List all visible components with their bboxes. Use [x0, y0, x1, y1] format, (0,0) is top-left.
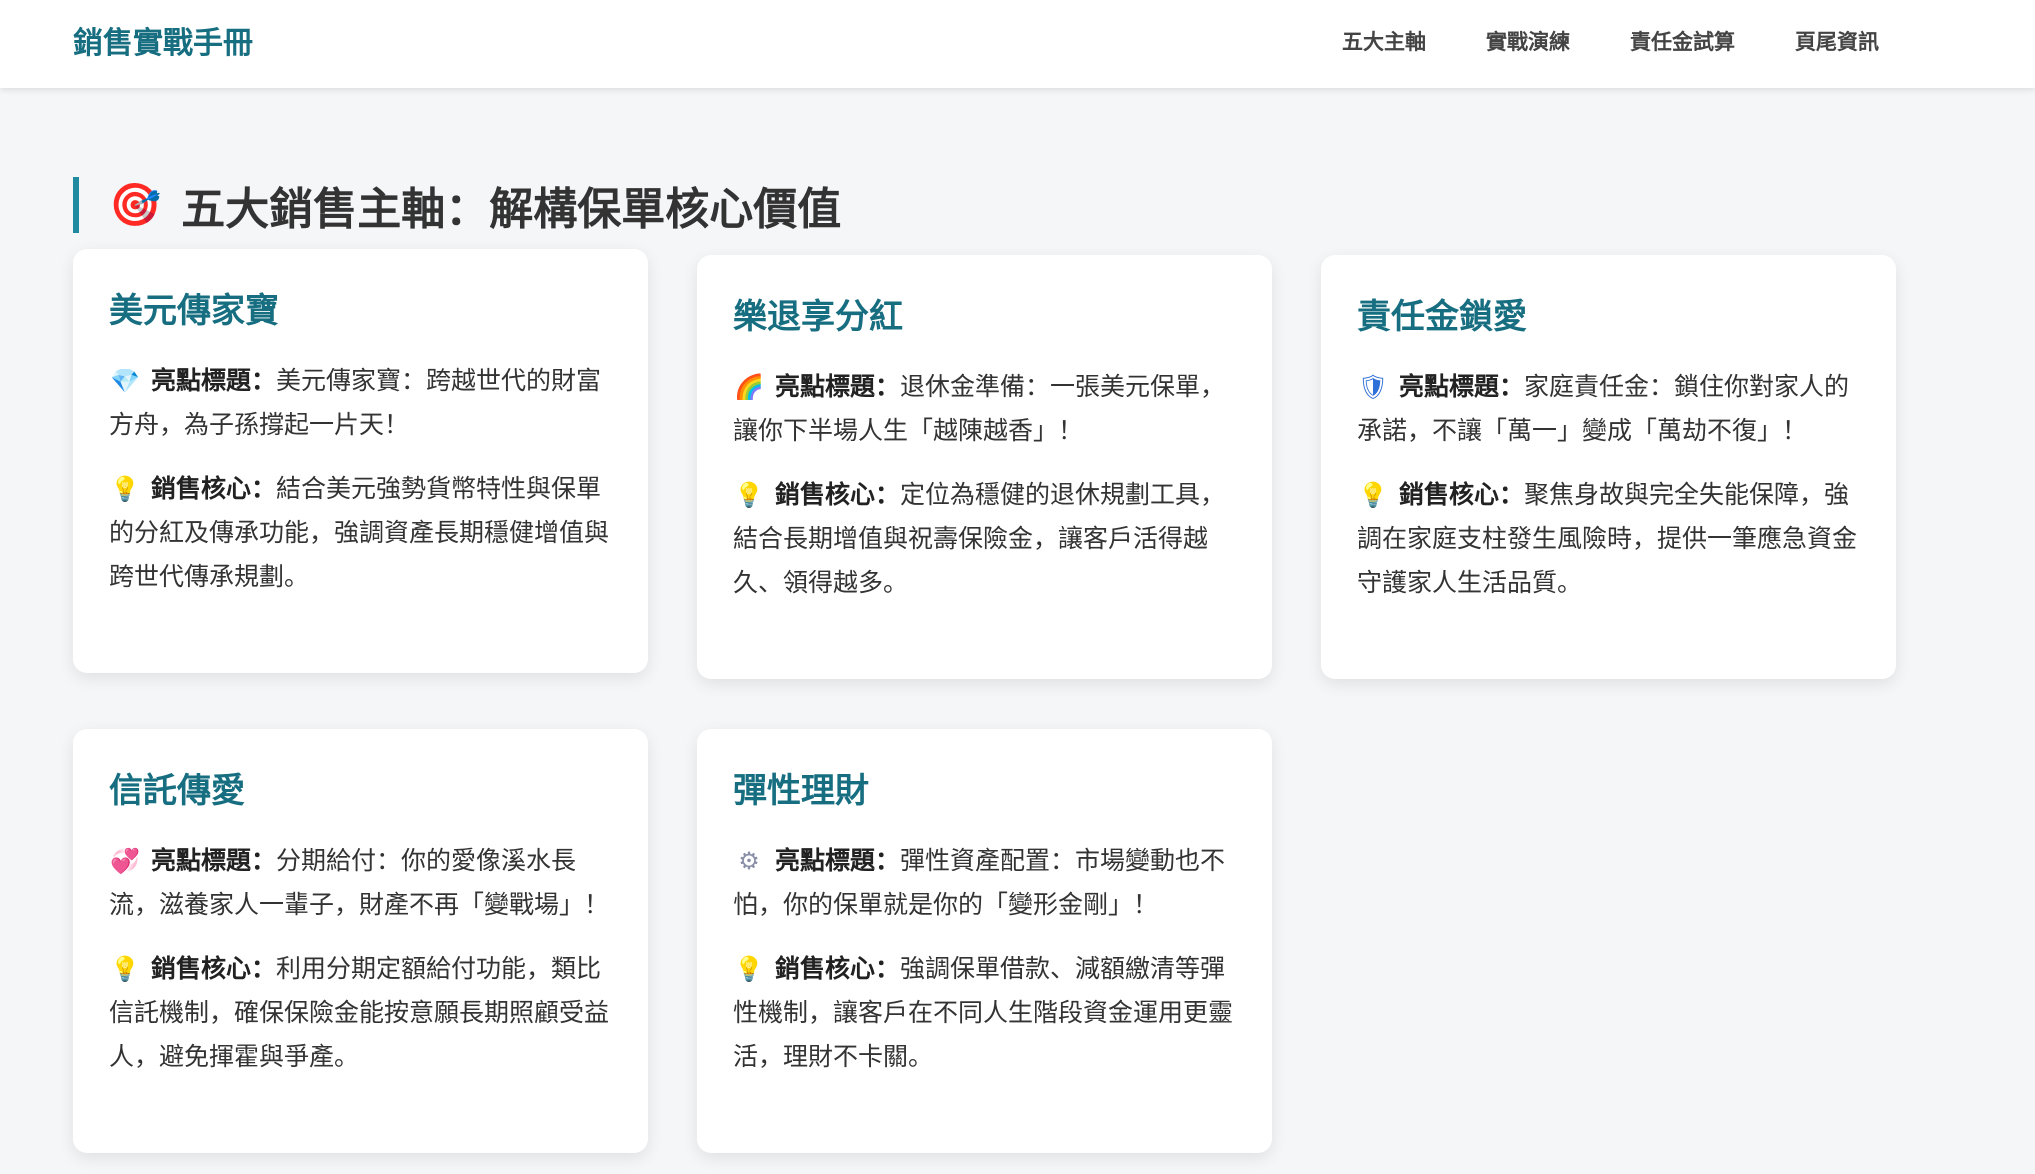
card-trust-love: 信託傳愛 💞 亮點標題：分期給付：你的愛像溪水長流，滋養家人一輩子，財產不再「變戰… [73, 729, 648, 1153]
target-icon: 🎯 [109, 179, 162, 229]
card-core: 💡 銷售核心：聚焦身故與完全失能保障，強調在家庭支柱發生風險時，提供一筆應急資金守… [1357, 473, 1860, 605]
card-usd-heritage: 美元傳家寶 💎 亮點標題：美元傳家寶：跨越世代的財富方舟，為子孫撐起一片天！ 💡 銷… [73, 249, 648, 673]
card-title: 美元傳家寶 [109, 291, 279, 331]
core-label: 銷售核心： [775, 954, 901, 983]
gem-icon: 💎 [110, 367, 140, 395]
card-core: 💡 銷售核心：結合美元強勢貨幣特性與保單的分紅及傳承功能，強調資產長期穩健增值與跨… [109, 467, 612, 599]
nav-link-five-axes[interactable]: 五大主軸 [1342, 26, 1426, 58]
card-title: 信託傳愛 [109, 771, 245, 811]
highlight-label: 亮點標題： [775, 372, 901, 401]
card-liability-love: 責任金鎖愛 🛡 亮點標題：家庭責任金：鎖住你對家人的承諾，不讓「萬一」變成「萬劫不… [1321, 255, 1896, 679]
card-highlight: 💞 亮點標題：分期給付：你的愛像溪水長流，滋養家人一輩子，財產不再「變戰場」！ [109, 839, 612, 927]
lightbulb-icon: 💡 [734, 481, 764, 509]
card-highlight: 🛡 亮點標題：家庭責任金：鎖住你對家人的承諾，不讓「萬一」變成「萬劫不復」！ [1357, 365, 1860, 453]
lightbulb-icon: 💡 [110, 955, 140, 983]
nav-links: 五大主軸 實戰演練 責任金試算 頁尾資訊 [1342, 26, 1879, 58]
card-title: 樂退享分紅 [733, 297, 903, 337]
core-label: 銷售核心： [151, 954, 277, 983]
card-highlight: 🌈 亮點標題：退休金準備：一張美元保單，讓你下半場人生「越陳越香」！ [733, 365, 1236, 453]
card-title: 彈性理財 [733, 771, 869, 811]
card-flexible-finance: 彈性理財 ⚙ 亮點標題：彈性資產配置：市場變動也不怕，你的保單就是你的「變形金剛」… [697, 729, 1272, 1153]
nav-link-footer-info[interactable]: 頁尾資訊 [1795, 26, 1879, 58]
highlight-label: 亮點標題： [151, 366, 277, 395]
card-title: 責任金鎖愛 [1357, 297, 1527, 337]
highlight-label: 亮點標題： [151, 846, 277, 875]
core-label: 銷售核心： [151, 474, 277, 503]
nav-link-practice[interactable]: 實戰演練 [1486, 26, 1570, 58]
highlight-label: 亮點標題： [1399, 372, 1525, 401]
lightbulb-icon: 💡 [110, 475, 140, 503]
section-title: 🎯 五大銷售主軸：解構保單核心價值 [73, 176, 841, 235]
lightbulb-icon: 💡 [734, 955, 764, 983]
section-title-text: 五大銷售主軸：解構保單核心價值 [181, 183, 842, 235]
nav-link-liability-calculator[interactable]: 責任金試算 [1630, 26, 1735, 58]
card-highlight: ⚙ 亮點標題：彈性資產配置：市場變動也不怕，你的保單就是你的「變形金剛」！ [733, 839, 1236, 927]
brand-logo[interactable]: 銷售實戰手冊 [73, 22, 253, 66]
card-core: 💡 銷售核心：利用分期定額給付功能，類比信託機制，確保保險金能按意願長期照顧受益人… [109, 947, 612, 1079]
card-core: 💡 銷售核心：強調保單借款、減額繳清等彈性機制，讓客戶在不同人生階段資金運用更靈活… [733, 947, 1236, 1079]
hearts-icon: 💞 [110, 847, 140, 875]
rainbow-icon: 🌈 [734, 373, 764, 401]
core-label: 銷售核心： [775, 480, 901, 509]
highlight-label: 亮點標題： [775, 846, 901, 875]
card-retirement-dividend: 樂退享分紅 🌈 亮點標題：退休金準備：一張美元保單，讓你下半場人生「越陳越香」！ … [697, 255, 1272, 679]
core-label: 銷售核心： [1399, 480, 1525, 509]
card-highlight: 💎 亮點標題：美元傳家寶：跨越世代的財富方舟，為子孫撐起一片天！ [109, 359, 612, 447]
card-core: 💡 銷售核心：定位為穩健的退休規劃工具，結合長期增值與祝壽保險金，讓客戶活得越久、… [733, 473, 1236, 605]
top-navbar: 銷售實戰手冊 五大主軸 實戰演練 責任金試算 頁尾資訊 [0, 0, 2035, 88]
lightbulb-icon: 💡 [1358, 481, 1388, 509]
gear-icon: ⚙ [738, 847, 760, 875]
shield-icon: 🛡 [1357, 373, 1389, 401]
